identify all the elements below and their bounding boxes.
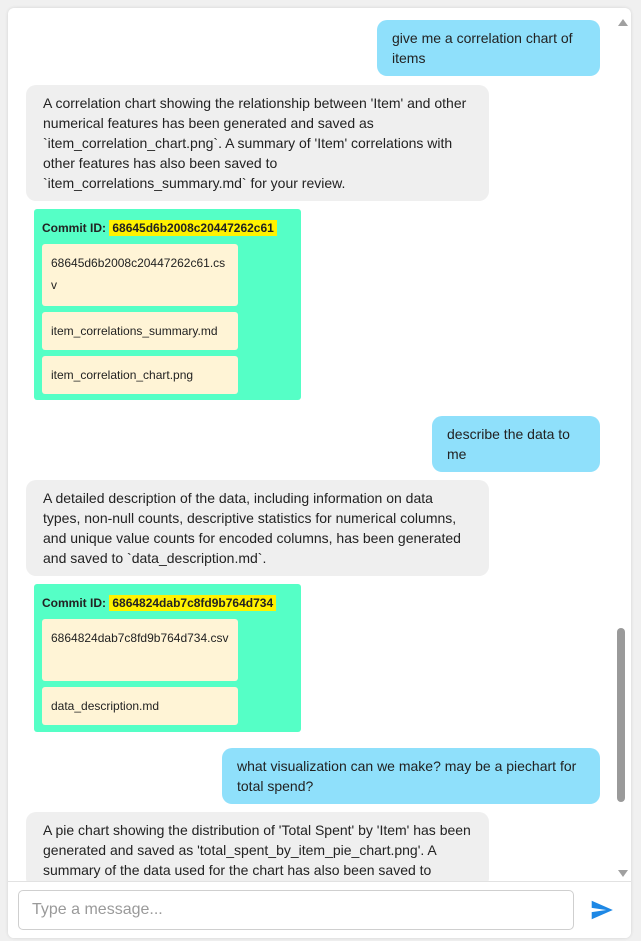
commit-id[interactable]: 6864824dab7c8fd9b764d734 [109,595,277,611]
file-link[interactable]: 68645d6b2008c20447262c61.csv [42,244,238,306]
user-message: what visualization can we make? may be a… [222,748,600,804]
user-message: describe the data to me [432,416,600,472]
user-message: give me a correlation chart of items [377,20,600,76]
send-button[interactable] [589,897,615,923]
message-input[interactable]: Type a message... [18,890,574,930]
file-link[interactable]: item_correlations_summary.md [42,312,238,350]
assistant-message: A correlation chart showing the relation… [26,85,489,201]
commit-label: Commit ID: [42,221,106,235]
message-list[interactable]: give me a correlation chart of items A c… [8,8,631,881]
assistant-message: A detailed description of the data, incl… [26,480,489,576]
composer: Type a message... [8,881,631,938]
scrollbar-thumb[interactable] [617,628,625,802]
commit-card: Commit ID: 68645d6b2008c20447262c61 6864… [34,209,301,400]
scrollbar[interactable] [614,8,631,881]
file-link[interactable]: item_correlation_chart.png [42,356,238,394]
send-icon [591,900,613,920]
scroll-up-arrow-icon[interactable] [618,19,628,26]
file-link[interactable]: 6864824dab7c8fd9b764d734.csv [42,619,238,681]
commit-header: Commit ID: 6864824dab7c8fd9b764d734 [42,592,293,614]
assistant-message: A pie chart showing the distribution of … [26,812,489,881]
commit-header: Commit ID: 68645d6b2008c20447262c61 [42,217,293,239]
commit-card: Commit ID: 6864824dab7c8fd9b764d734 6864… [34,584,301,732]
commit-id[interactable]: 68645d6b2008c20447262c61 [109,220,277,236]
chat-panel: give me a correlation chart of items A c… [8,8,631,938]
file-link[interactable]: data_description.md [42,687,238,725]
scroll-down-arrow-icon[interactable] [618,870,628,877]
commit-label: Commit ID: [42,596,106,610]
